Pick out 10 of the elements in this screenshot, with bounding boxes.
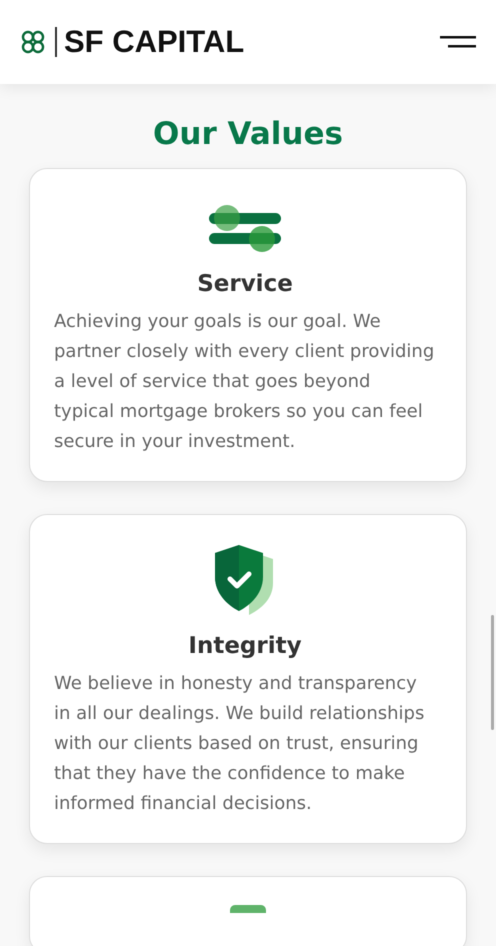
card-title: Service xyxy=(197,271,293,297)
scrollbar[interactable] xyxy=(491,615,494,730)
menu-icon xyxy=(440,34,476,50)
divider-line xyxy=(55,27,57,57)
card-title: Integrity xyxy=(188,633,302,659)
card-icon xyxy=(228,903,268,913)
card-text: Achieving your goals is our goal. We partner closely with every client providing a level of service that goes beyond typical mortgage brokers so you can feel secure in your investment. xyxy=(54,310,436,454)
section-title: Our Values xyxy=(152,116,344,152)
brand-name: SF CAPITAL xyxy=(64,24,244,60)
card-text: We believe in honesty and transparency in all our dealings. We build relationships with our clients based on trust, ensuring that they have the confidence to make informed financial decisions. xyxy=(54,672,426,816)
